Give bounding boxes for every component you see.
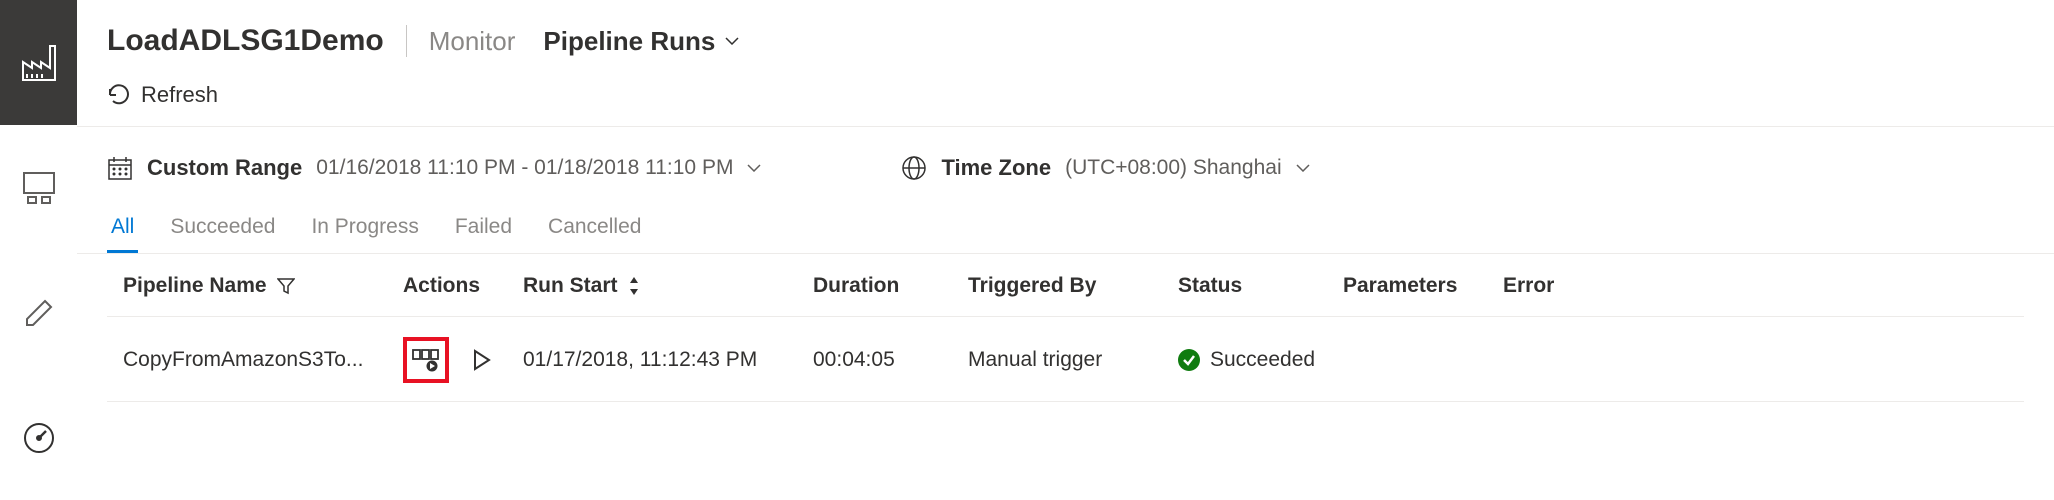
overview-icon bbox=[22, 171, 56, 205]
refresh-icon bbox=[107, 83, 131, 107]
th-label: Parameters bbox=[1343, 274, 1457, 298]
timezone-label: Time Zone bbox=[941, 155, 1051, 181]
table-row[interactable]: CopyFromAmazonS3To... bbox=[107, 317, 2024, 402]
filter-icon bbox=[277, 277, 295, 295]
cell-duration: 00:04:05 bbox=[813, 348, 968, 372]
status-tabs: All Succeeded In Progress Failed Cancell… bbox=[77, 197, 2054, 254]
activity-runs-icon bbox=[412, 347, 440, 373]
th-triggered-by[interactable]: Triggered By bbox=[968, 274, 1178, 298]
th-status[interactable]: Status bbox=[1178, 274, 1343, 298]
pencil-icon bbox=[23, 297, 55, 329]
success-icon bbox=[1178, 349, 1200, 371]
chevron-down-icon bbox=[747, 164, 761, 172]
rerun-button[interactable] bbox=[459, 337, 505, 383]
header-divider bbox=[406, 25, 407, 57]
dropdown-text: Pipeline Runs bbox=[543, 26, 715, 57]
cell-pipeline-name: CopyFromAmazonS3To... bbox=[123, 348, 403, 372]
timezone-filter[interactable]: Time Zone (UTC+08:00) Shanghai bbox=[901, 155, 1309, 181]
filter-row: Custom Range 01/16/2018 11:10 PM - 01/18… bbox=[77, 127, 2054, 197]
refresh-label: Refresh bbox=[141, 82, 218, 108]
section-label: Monitor bbox=[429, 26, 516, 57]
factory-icon bbox=[18, 42, 60, 84]
th-parameters[interactable]: Parameters bbox=[1343, 274, 1503, 298]
pipeline-runs-dropdown[interactable]: Pipeline Runs bbox=[543, 26, 739, 57]
gauge-icon bbox=[22, 421, 56, 455]
calendar-icon bbox=[107, 155, 133, 181]
tab-all[interactable]: All bbox=[107, 207, 138, 253]
play-icon bbox=[472, 349, 492, 371]
runs-table: Pipeline Name Actions Run Start Duration… bbox=[77, 254, 2054, 402]
sidebar-item-monitor[interactable] bbox=[0, 375, 77, 500]
date-range-filter[interactable]: Custom Range 01/16/2018 11:10 PM - 01/18… bbox=[107, 155, 761, 181]
sidebar-item-overview[interactable] bbox=[0, 125, 77, 250]
th-label: Duration bbox=[813, 274, 899, 298]
view-activity-runs-button[interactable] bbox=[403, 337, 449, 383]
th-duration[interactable]: Duration bbox=[813, 274, 968, 298]
th-error[interactable]: Error bbox=[1503, 274, 1583, 298]
cell-actions bbox=[403, 337, 523, 383]
tab-in-progress[interactable]: In Progress bbox=[307, 207, 422, 253]
range-value: 01/16/2018 11:10 PM - 01/18/2018 11:10 P… bbox=[316, 156, 733, 180]
main-content: LoadADLSG1Demo Monitor Pipeline Runs Ref… bbox=[77, 0, 2054, 500]
tab-succeeded[interactable]: Succeeded bbox=[166, 207, 279, 253]
th-pipeline-name[interactable]: Pipeline Name bbox=[123, 274, 403, 298]
range-label: Custom Range bbox=[147, 155, 302, 181]
sidebar-item-factory[interactable] bbox=[0, 0, 77, 125]
status-text: Succeeded bbox=[1210, 348, 1315, 372]
page-header: LoadADLSG1Demo Monitor Pipeline Runs bbox=[77, 0, 2054, 74]
chevron-down-icon bbox=[725, 37, 739, 45]
th-label: Status bbox=[1178, 274, 1242, 298]
toolbar-row: Refresh bbox=[77, 74, 2054, 127]
th-actions: Actions bbox=[403, 274, 523, 298]
th-run-start[interactable]: Run Start bbox=[523, 274, 813, 298]
table-header: Pipeline Name Actions Run Start Duration… bbox=[107, 254, 2024, 317]
th-label: Triggered By bbox=[968, 274, 1096, 298]
cell-run-start: 01/17/2018, 11:12:43 PM bbox=[523, 348, 813, 372]
timezone-value: (UTC+08:00) Shanghai bbox=[1065, 156, 1282, 180]
refresh-button[interactable]: Refresh bbox=[107, 82, 218, 108]
cell-triggered-by: Manual trigger bbox=[968, 348, 1178, 372]
sort-icon bbox=[628, 277, 640, 295]
th-label: Error bbox=[1503, 274, 1554, 298]
chevron-down-icon bbox=[1296, 164, 1310, 172]
cell-status: Succeeded bbox=[1178, 348, 1343, 372]
globe-icon bbox=[901, 155, 927, 181]
th-label: Run Start bbox=[523, 274, 618, 298]
left-sidebar bbox=[0, 0, 77, 500]
sidebar-item-author[interactable] bbox=[0, 250, 77, 375]
page-title: LoadADLSG1Demo bbox=[107, 24, 384, 58]
tab-cancelled[interactable]: Cancelled bbox=[544, 207, 645, 253]
th-label: Pipeline Name bbox=[123, 274, 267, 298]
tab-failed[interactable]: Failed bbox=[451, 207, 516, 253]
th-label: Actions bbox=[403, 274, 480, 298]
